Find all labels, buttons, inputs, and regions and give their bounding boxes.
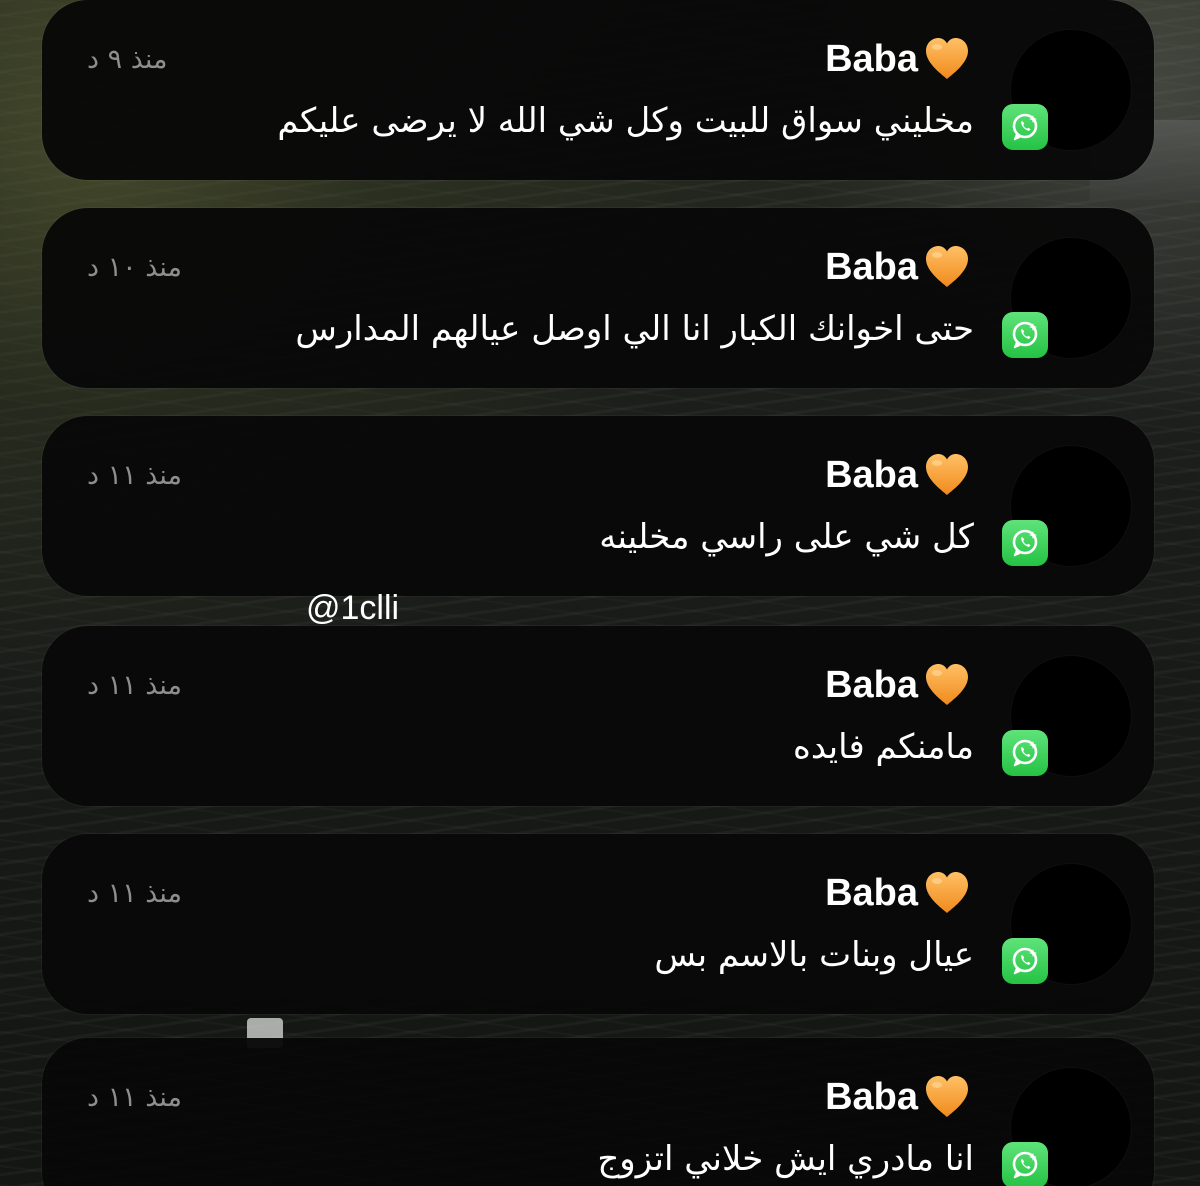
notification-message: انا مادري ايش خلاني اتزوج <box>597 1139 974 1179</box>
sender-name: Baba <box>825 38 918 80</box>
notification-card[interactable]: منذ ١١ د Baba مامنكم فايده <box>42 626 1154 806</box>
whatsapp-icon <box>1002 938 1048 984</box>
whatsapp-icon <box>1002 520 1048 566</box>
notification-sender: Baba <box>825 242 972 292</box>
notification-message: مخليني سواق للبيت وكل شي الله لا يرضى عل… <box>277 101 974 141</box>
whatsapp-icon <box>1002 1142 1048 1186</box>
whatsapp-icon <box>1002 730 1048 776</box>
watermark: @1clli <box>306 589 400 627</box>
orange-heart-icon <box>926 454 968 495</box>
sender-name: Baba <box>825 872 918 914</box>
orange-heart-icon <box>926 664 968 705</box>
notification-sender: Baba <box>825 450 972 500</box>
orange-heart-icon <box>926 872 968 913</box>
notification-message: كل شي على راسي مخلينه <box>599 517 974 557</box>
notification-time: منذ ١٠ د <box>87 252 182 283</box>
notification-card[interactable]: منذ ١١ د Baba انا مادري ايش خلاني اتزوج <box>42 1038 1154 1186</box>
notification-sender: Baba <box>825 34 972 84</box>
notification-time: منذ ١١ د <box>87 460 182 491</box>
whatsapp-icon <box>1002 104 1048 150</box>
notification-message: عيال وبنات بالاسم بس <box>654 935 974 975</box>
orange-heart-icon <box>926 1076 968 1117</box>
notification-message: حتى اخوانك الكبار انا الي اوصل عيالهم ال… <box>295 309 974 349</box>
notification-time: منذ ١١ د <box>87 878 182 909</box>
sender-name: Baba <box>825 1076 918 1118</box>
sender-name: Baba <box>825 664 918 706</box>
notification-card[interactable]: منذ ١٠ د Baba حتى اخوانك الكبار انا الي … <box>42 208 1154 388</box>
sender-name: Baba <box>825 454 918 496</box>
notification-card[interactable]: منذ ١١ د Baba كل شي على راسي مخلينه <box>42 416 1154 596</box>
notification-time: منذ ١١ د <box>87 670 182 701</box>
orange-heart-icon <box>926 38 968 79</box>
whatsapp-icon <box>1002 312 1048 358</box>
notification-time: منذ ١١ د <box>87 1082 182 1113</box>
notification-message: مامنكم فايده <box>793 727 974 767</box>
notification-card[interactable]: منذ ٩ د Baba مخليني سواق للبيت وكل شي ال… <box>42 0 1154 180</box>
notification-card[interactable]: منذ ١١ د Baba عيال وبنات بالاسم بس <box>42 834 1154 1014</box>
notification-sender: Baba <box>825 660 972 710</box>
sender-name: Baba <box>825 246 918 288</box>
notification-sender: Baba <box>825 868 972 918</box>
orange-heart-icon <box>926 246 968 287</box>
notification-sender: Baba <box>825 1072 972 1122</box>
notification-time: منذ ٩ د <box>87 44 168 75</box>
